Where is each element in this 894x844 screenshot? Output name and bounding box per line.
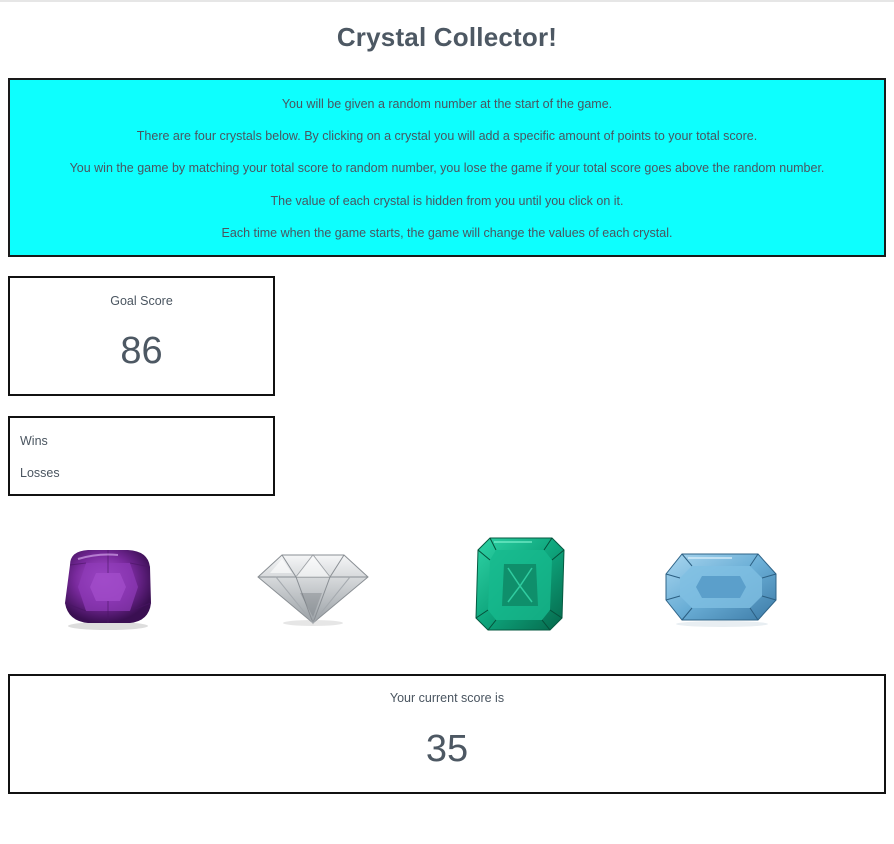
instruction-line: There are four crystals below. By clicki…: [136, 129, 758, 143]
instructions-panel: You will be given a random number at the…: [8, 78, 886, 257]
page-title: Crystal Collector!: [336, 22, 558, 52]
wins-label: Wins: [20, 434, 48, 448]
instruction-line: The value of each crystal is hidden from…: [270, 194, 624, 208]
instruction-line: You win the game by matching your total …: [69, 161, 825, 175]
goal-score-label: Goal Score: [110, 294, 173, 308]
current-score-box: Your current score is 35: [8, 674, 886, 794]
current-score-label: Your current score is: [389, 691, 505, 705]
diamond-icon: [257, 554, 369, 626]
goal-score-value: 86: [120, 330, 163, 372]
win-loss-box: Wins Losses: [8, 416, 275, 496]
emerald-icon: [475, 537, 565, 631]
top-divider: [0, 0, 894, 2]
instruction-line: You will be given a random number at the…: [281, 97, 613, 111]
crystal-emerald-button[interactable]: [472, 534, 568, 634]
crystal-amethyst-button[interactable]: [58, 543, 158, 633]
aquamarine-icon: [665, 553, 777, 627]
losses-label: Losses: [20, 466, 60, 480]
crystal-aquamarine-button[interactable]: [662, 550, 782, 630]
amethyst-icon: [64, 550, 152, 630]
instruction-line: Each time when the game starts, the game…: [221, 226, 673, 240]
goal-score-box: Goal Score 86: [8, 276, 275, 396]
crystal-diamond-button[interactable]: [252, 543, 374, 633]
current-score-value: 35: [425, 728, 469, 770]
